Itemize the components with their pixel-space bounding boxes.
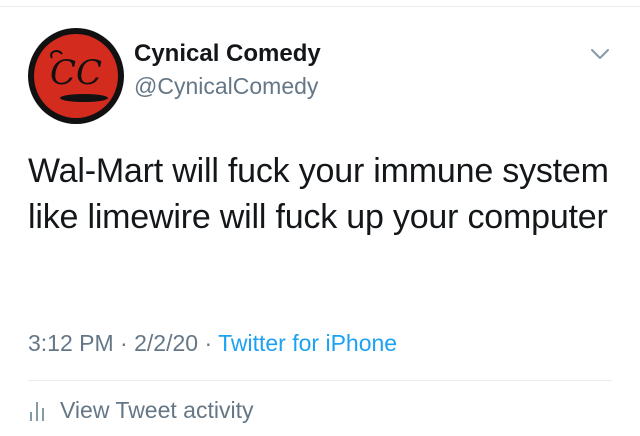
- view-tweet-activity-button[interactable]: View Tweet activity: [28, 396, 253, 424]
- view-tweet-activity-label: View Tweet activity: [60, 397, 254, 423]
- avatar[interactable]: CC: [28, 28, 124, 124]
- tweet-metadata: 3:12 PM · 2/2/20 · Twitter for iPhone: [28, 329, 397, 357]
- tweet-time[interactable]: 3:12 PM: [28, 330, 114, 356]
- user-handle[interactable]: @CynicalComedy: [134, 72, 321, 100]
- bar-chart-icon: [30, 402, 44, 421]
- tweet-date[interactable]: 2/2/20: [134, 330, 198, 356]
- meta-separator: ·: [120, 330, 128, 356]
- top-divider: [0, 6, 640, 7]
- tweet-text: Wal-Mart will fuck your immune system li…: [28, 152, 609, 236]
- display-name[interactable]: Cynical Comedy: [134, 40, 321, 68]
- bottom-divider: [28, 380, 612, 381]
- author-block: Cynical Comedy @CynicalComedy: [134, 40, 321, 100]
- chevron-down-icon: [591, 49, 609, 59]
- tweet-source-link[interactable]: Twitter for iPhone: [218, 330, 397, 356]
- avatar-initials: CC: [50, 53, 102, 93]
- meta-separator: ·: [204, 330, 213, 356]
- tweet-menu-button[interactable]: [586, 40, 614, 68]
- cynical-comedy-logo-icon: CC: [29, 29, 123, 123]
